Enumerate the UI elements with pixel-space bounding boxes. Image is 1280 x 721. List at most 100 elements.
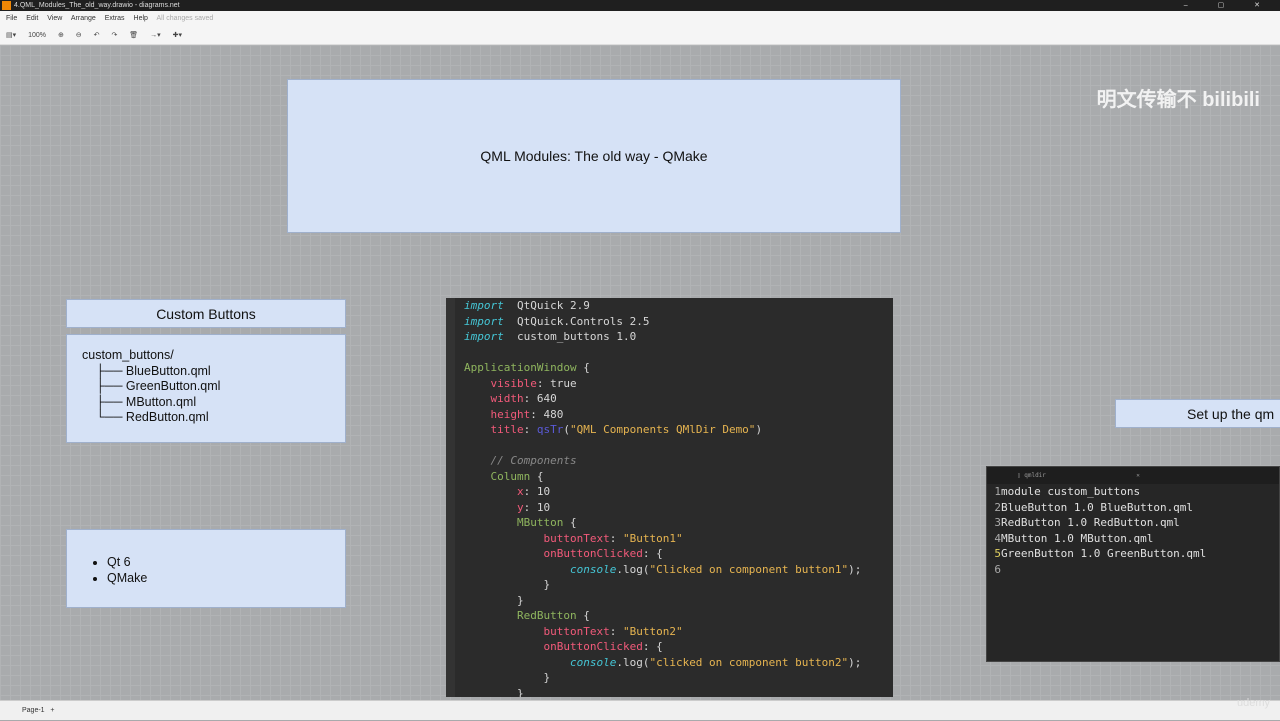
code-token: :: [609, 624, 623, 638]
code-token: buttonText: [543, 624, 610, 638]
code-token: : 640: [523, 392, 557, 405]
qmldir-tab-label: qmldir: [1024, 472, 1046, 479]
code-screenshot[interactable]: import QtQuick 2.9 import QtQuick.Control…: [446, 298, 893, 697]
menu-file[interactable]: File: [6, 15, 17, 22]
diagram-canvas[interactable]: QML Modules: The old way - QMake Custom …: [0, 45, 1280, 700]
code-token: }: [464, 593, 524, 607]
line-number: 1: [994, 485, 1001, 498]
add-page-icon[interactable]: +: [50, 707, 54, 714]
code-token: "Button2": [622, 624, 683, 638]
zoom-in-icon[interactable]: ⊕: [58, 32, 64, 39]
code-token: "Clicked on component button1": [649, 562, 849, 576]
code-token: custom_buttons 1.0: [503, 330, 637, 343]
redo-icon[interactable]: ↷: [111, 32, 117, 39]
code-token: : {: [642, 640, 663, 653]
tree-line: └── RedButton.qml: [82, 410, 209, 424]
requirements-shape[interactable]: Qt 6 QMake: [66, 529, 346, 608]
code-line: onButtonClicked: {: [464, 546, 893, 562]
code-token: visible: [490, 376, 537, 390]
code-line: console.log("Clicked on component button…: [464, 562, 893, 578]
code-token: buttonText: [543, 531, 610, 545]
menu-view[interactable]: View: [47, 15, 62, 22]
code-token: import: [464, 299, 504, 312]
code-token: MButton: [516, 516, 564, 529]
code-line: import custom_buttons 1.0: [464, 329, 893, 345]
page-bar: Page-1 +: [0, 700, 1280, 720]
zoom-out-icon[interactable]: ⊖: [76, 32, 82, 39]
line-number: 5: [994, 547, 1001, 560]
page-tab[interactable]: Page-1: [22, 707, 45, 714]
code-line: height: 480: [464, 407, 893, 423]
line-number: 2: [994, 500, 1001, 514]
menu-bar: File Edit View Arrange Extras Help All c…: [0, 11, 1280, 27]
window-controls[interactable]: – ▢ ✕: [1184, 0, 1274, 11]
zoom-select[interactable]: 100%: [28, 32, 46, 39]
delete-icon[interactable]: 🗑: [129, 32, 138, 39]
code-line: }: [464, 593, 893, 609]
qmldir-line: 1module custom_buttons: [987, 484, 1279, 500]
insert-icon[interactable]: ✚▾: [173, 32, 182, 39]
file-tree-shape[interactable]: custom_buttons/ ├── BlueButton.qml ├── G…: [66, 334, 346, 443]
code-token: (: [563, 423, 570, 436]
custom-buttons-header-shape[interactable]: Custom Buttons: [66, 299, 346, 328]
qmldir-text: MButton 1.0 MButton.qml: [1001, 531, 1154, 545]
qmldir-editor-screenshot[interactable]: ▯ qmldir ✕ 1module custom_buttons 2BlueBu…: [986, 466, 1280, 662]
qmldir-text: module custom_buttons: [1001, 485, 1141, 498]
code-line: import QtQuick.Controls 2.5: [464, 314, 893, 330]
code-line: import QtQuick 2.9: [464, 298, 893, 314]
tree-line: ├── BlueButton.qml: [82, 363, 211, 378]
code-token: import: [464, 314, 504, 328]
code-token: .log(: [616, 655, 650, 669]
code-token: "clicked on component button2": [649, 655, 849, 669]
code-token: y: [516, 500, 524, 514]
code-token: : 10: [523, 500, 551, 514]
menu-extras[interactable]: Extras: [105, 15, 125, 22]
code-line: ApplicationWindow {: [464, 360, 893, 376]
code-token: );: [848, 562, 862, 576]
code-token: RedButton: [516, 609, 577, 622]
code-line: // Components: [464, 453, 893, 469]
menu-arrange[interactable]: Arrange: [71, 15, 96, 22]
connection-icon[interactable]: →▾: [150, 32, 161, 39]
code-token: : {: [642, 547, 663, 560]
code-token: title: [490, 423, 524, 436]
code-token: x: [516, 485, 524, 498]
title-shape[interactable]: QML Modules: The old way - QMake: [287, 79, 901, 233]
line-number: 6: [994, 562, 1001, 576]
menu-help[interactable]: Help: [134, 15, 148, 22]
code-token: :: [609, 531, 623, 545]
setup-label: Set up the qm: [1187, 406, 1275, 422]
code-token: {: [563, 516, 577, 529]
close-icon[interactable]: ✕: [1136, 472, 1140, 479]
code-token: height: [490, 407, 531, 421]
code-token: : true: [536, 376, 577, 390]
menu-edit[interactable]: Edit: [26, 15, 38, 22]
code-line: buttonText: "Button1": [464, 531, 893, 547]
code-token: );: [848, 655, 862, 669]
tree-line: ├── MButton.qml: [82, 394, 197, 409]
undo-icon[interactable]: ↶: [94, 32, 100, 39]
qmldir-line: 6: [987, 562, 1279, 578]
setup-shape[interactable]: Set up the qm: [1115, 399, 1280, 428]
code-token: ApplicationWindow: [464, 361, 577, 374]
code-token: }: [464, 686, 524, 698]
code-token: // Components: [490, 454, 577, 467]
code-token: : 10: [523, 485, 551, 498]
bilibili-watermark: 明文传输不 bilibili: [1096, 89, 1260, 111]
code-line: }: [464, 670, 893, 686]
format-panel-icon[interactable]: ▤▾: [6, 32, 16, 39]
code-line: title: qsTr("QML Components QMlDir Demo"…: [464, 422, 893, 438]
code-line: Column {: [464, 469, 893, 485]
